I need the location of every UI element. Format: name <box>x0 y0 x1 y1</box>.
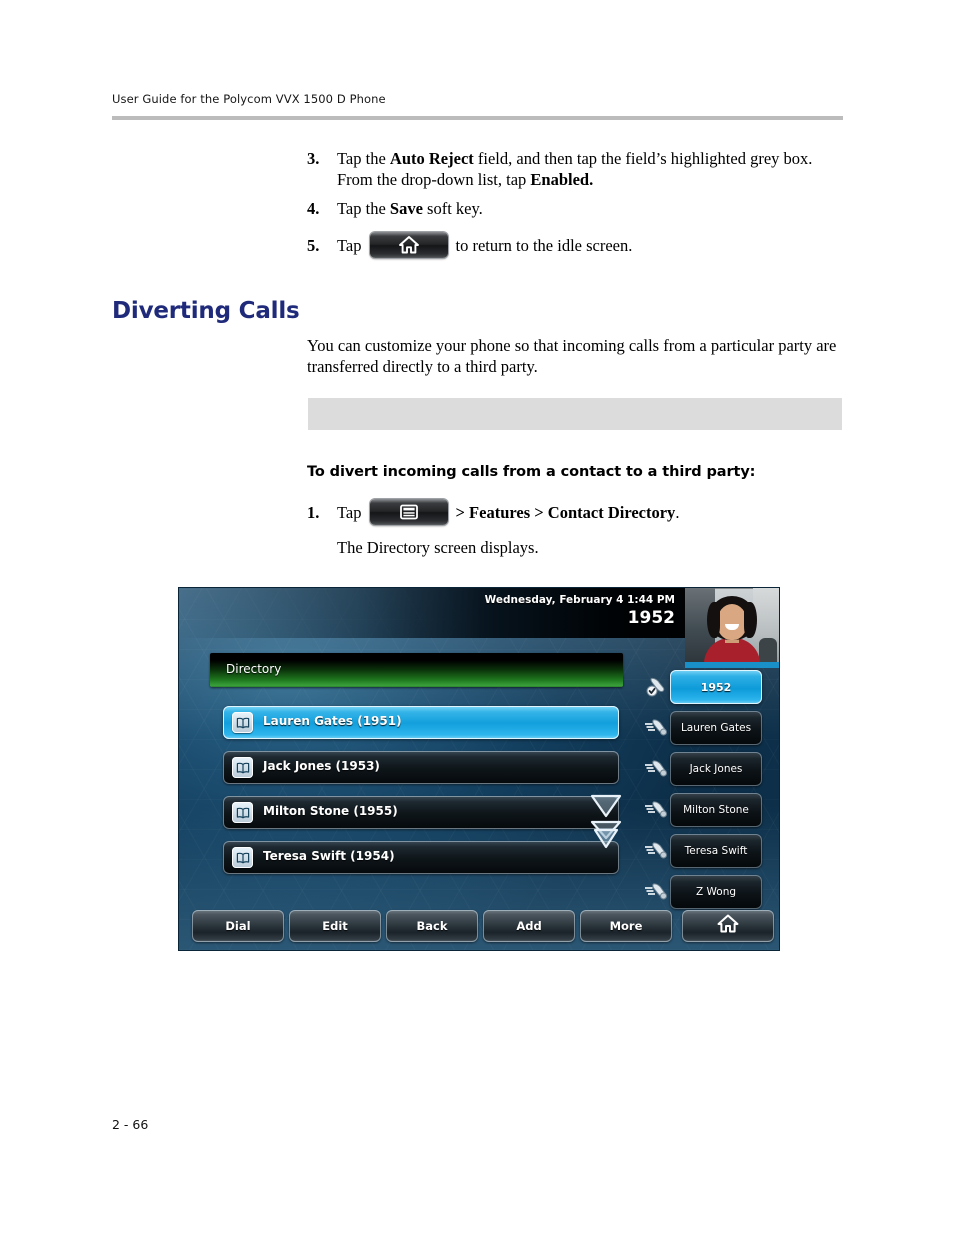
page-title: Diverting Calls <box>112 298 300 324</box>
step-4-bold-a: Save <box>389 199 423 218</box>
procedure-result-line: The Directory screen displays. <box>337 538 539 557</box>
list-item-label: Milton Stone (1955) <box>263 804 398 818</box>
video-thumbnail-bottom-bar <box>685 662 779 668</box>
video-person-hair-left <box>707 602 720 638</box>
soft-key-home[interactable] <box>682 910 774 942</box>
step-5-number: 5. <box>307 235 320 255</box>
soft-key-label: Dial <box>225 919 251 933</box>
scroll-page-down-icon[interactable] <box>589 820 623 850</box>
status-date-time: Wednesday, February 4 1:44 PM <box>484 594 675 606</box>
step-5-text: Tap to return to the idle screen. <box>337 232 632 258</box>
line-key-label: Teresa Swift <box>684 845 748 857</box>
contact-book-icon <box>232 757 253 778</box>
soft-key-label: Back <box>416 919 448 933</box>
procedure-step-1-period: . <box>675 502 680 522</box>
soft-key-label: Add <box>516 919 542 933</box>
home-icon <box>716 913 740 939</box>
line-key[interactable]: Lauren Gates <box>645 711 775 745</box>
step-4-text: Tap the Save soft key. <box>337 198 483 219</box>
step-4-text-a: Tap the <box>337 199 390 218</box>
line-key[interactable]: Z Wong <box>645 875 775 909</box>
list-item[interactable]: Teresa Swift (1954) <box>223 841 619 874</box>
step-4: 4. Tap the Save soft key. <box>307 198 847 219</box>
line-key-button[interactable]: Jack Jones <box>670 752 762 786</box>
directory-title-label: Directory <box>226 662 282 676</box>
line-key-label: Jack Jones <box>689 763 743 775</box>
directory-title-bar: Directory <box>210 653 623 687</box>
soft-key-back[interactable]: Back <box>386 910 478 942</box>
note-box <box>308 398 842 430</box>
step-3-text: Tap the Auto Reject field, and then tap … <box>337 148 847 190</box>
soft-key-dial[interactable]: Dial <box>192 910 284 942</box>
procedure-step-1: 1. Tap > Features > Contact Directory. <box>307 499 847 525</box>
phone-screen-figure: Wednesday, February 4 1:44 PM 1952 Direc… <box>179 588 779 950</box>
list-item[interactable]: Milton Stone (1955) <box>223 796 619 829</box>
procedure-step-1-text: Tap > Features > Contact Directory. <box>337 499 679 525</box>
soft-key-label: Edit <box>322 919 348 933</box>
handset-icon <box>644 756 670 782</box>
list-item[interactable]: Jack Jones (1953) <box>223 751 619 784</box>
handset-icon <box>644 879 670 905</box>
status-extension: 1952 <box>627 608 675 628</box>
line-key-button[interactable]: Milton Stone <box>670 793 762 827</box>
line-key-button[interactable]: Lauren Gates <box>670 711 762 745</box>
handset-icon <box>644 715 670 741</box>
line-key-label: Z Wong <box>695 886 737 898</box>
running-header: User Guide for the Polycom VVX 1500 D Ph… <box>112 92 842 106</box>
contact-book-icon <box>232 802 253 823</box>
soft-key-more[interactable]: More <box>580 910 672 942</box>
soft-key-bar: Dial Edit Back Add More <box>179 910 779 944</box>
contact-directory-list: Lauren Gates (1951) Jack Jones (1953) Mi… <box>223 706 619 886</box>
procedure-title: To divert incoming calls from a contact … <box>307 464 756 480</box>
line-key[interactable]: Jack Jones <box>645 752 775 786</box>
line-key-label: Lauren Gates <box>680 722 752 734</box>
handset-icon <box>644 797 670 823</box>
soft-key-add[interactable]: Add <box>483 910 575 942</box>
video-person-face <box>717 604 747 640</box>
menu-key-icon[interactable] <box>369 499 448 525</box>
handset-icon <box>644 838 670 864</box>
step-3-bold-b: Enabled. <box>530 170 594 189</box>
scroll-down-icon[interactable] <box>589 793 623 819</box>
soft-key-edit[interactable]: Edit <box>289 910 381 942</box>
page-footer: 2 - 66 <box>112 1117 149 1132</box>
step-5: 5. Tap to return to the idle screen. <box>307 232 847 258</box>
line-key[interactable]: Milton Stone <box>645 793 775 827</box>
soft-key-label: More <box>609 919 643 933</box>
contact-book-icon <box>232 847 253 868</box>
handset-registered-icon <box>644 674 670 700</box>
list-item-label: Jack Jones (1953) <box>263 759 380 773</box>
contact-book-icon <box>232 712 253 733</box>
line-key-panel: 1952 Lauren Gates Jack Jones Milton Ston… <box>645 670 775 916</box>
step-3-number: 3. <box>307 149 320 168</box>
running-head-text: User Guide for the Polycom VVX 1500 D Ph… <box>112 92 386 106</box>
step-3-bold-a: Auto Reject <box>389 149 474 168</box>
list-item[interactable]: Lauren Gates (1951) <box>223 706 619 739</box>
procedure-step-1-text-a: Tap <box>337 502 362 522</box>
step-5-text-b: to return to the idle screen. <box>455 235 633 255</box>
line-key[interactable]: 1952 <box>646 670 775 704</box>
section-paragraph: You can customize your phone so that inc… <box>307 336 837 376</box>
step-3-text-a: Tap the <box>337 149 390 168</box>
line-key-button[interactable]: Z Wong <box>670 875 762 909</box>
step-3: 3. Tap the Auto Reject field, and then t… <box>307 148 847 190</box>
list-item-label: Lauren Gates (1951) <box>263 714 402 728</box>
step-4-text-b: soft key. <box>422 199 483 218</box>
line-key-button[interactable]: 1952 <box>670 670 762 704</box>
step-5-text-a: Tap <box>337 235 362 255</box>
self-view-video-thumbnail[interactable] <box>685 588 779 668</box>
line-key-label: 1952 <box>700 680 732 694</box>
line-key-label: Milton Stone <box>683 804 749 816</box>
video-person-hair-right <box>744 602 757 638</box>
line-key-button[interactable]: Teresa Swift <box>670 834 762 868</box>
list-item-label: Teresa Swift (1954) <box>263 849 395 863</box>
procedure-step-1-number: 1. <box>307 502 320 522</box>
header-rule <box>112 116 843 120</box>
procedure-step-1-path: > Features > Contact Directory <box>455 502 676 522</box>
line-key[interactable]: Teresa Swift <box>645 834 775 868</box>
scroll-arrows <box>589 793 625 850</box>
step-4-number: 4. <box>307 199 320 218</box>
home-key-icon[interactable] <box>369 232 448 258</box>
